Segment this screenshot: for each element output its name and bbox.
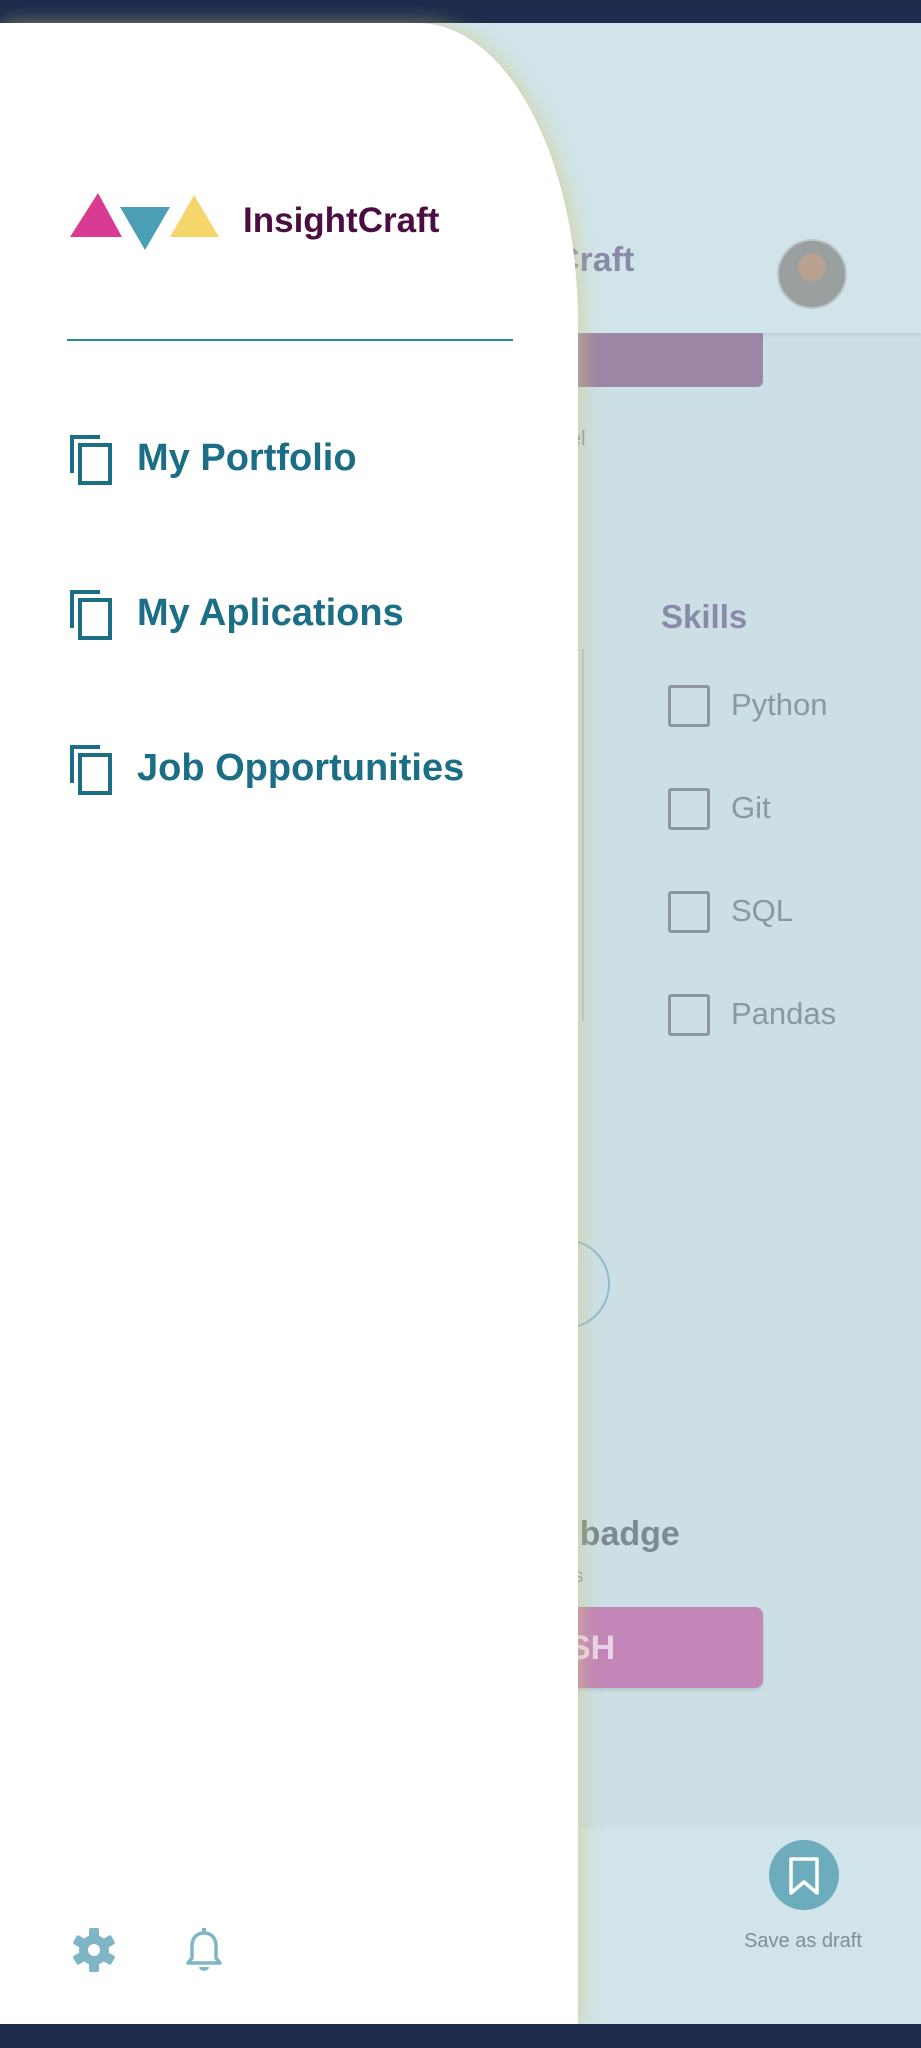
checkbox[interactable] — [668, 994, 710, 1036]
menu-item-label: My Portfolio — [137, 437, 357, 479]
logo-icon — [70, 193, 219, 250]
status-bar — [0, 0, 921, 23]
bell-icon[interactable] — [182, 1925, 226, 1975]
menu-item-label: My Aplications — [137, 592, 404, 634]
save-as-draft-button[interactable]: Save as draft — [740, 1840, 866, 1970]
menu-item-my-portfolio[interactable]: My Portfolio — [68, 431, 548, 487]
checkbox[interactable] — [668, 685, 710, 727]
skill-label: SQL — [731, 893, 794, 928]
skill-label: Pandas — [731, 996, 837, 1031]
bookmark-icon — [789, 1857, 819, 1895]
system-nav-bar — [0, 2024, 921, 2048]
skill-label: Python — [731, 687, 828, 722]
vertical-divider — [582, 649, 584, 1021]
copy-icon — [70, 590, 112, 640]
copy-icon — [70, 745, 112, 795]
avatar[interactable] — [777, 239, 847, 309]
skill-checkbox-git[interactable]: Git — [668, 788, 918, 830]
skill-checkbox-pandas[interactable]: Pandas — [668, 994, 918, 1036]
skill-checkbox-python[interactable]: Python — [668, 685, 918, 727]
checkbox[interactable] — [668, 788, 710, 830]
copy-icon — [70, 435, 112, 485]
skill-checkbox-sql[interactable]: SQL — [668, 891, 918, 933]
drawer-divider — [67, 339, 513, 341]
navigation-drawer: InsightCraft My Portfolio My Aplications… — [0, 23, 578, 2024]
save-draft-label: Save as draft — [744, 1930, 862, 1952]
skills-title: Skills — [661, 598, 748, 635]
save-draft-circle[interactable] — [769, 1840, 839, 1910]
brand-name: InsightCraft — [243, 201, 440, 240]
skill-label: Git — [731, 790, 771, 825]
gear-icon[interactable] — [70, 1926, 118, 1974]
menu-item-my-aplications[interactable]: My Aplications — [68, 586, 548, 642]
checkbox[interactable] — [668, 891, 710, 933]
menu-item-job-opportunities[interactable]: Job Opportunities — [68, 741, 548, 797]
menu-item-label: Job Opportunities — [137, 747, 465, 789]
